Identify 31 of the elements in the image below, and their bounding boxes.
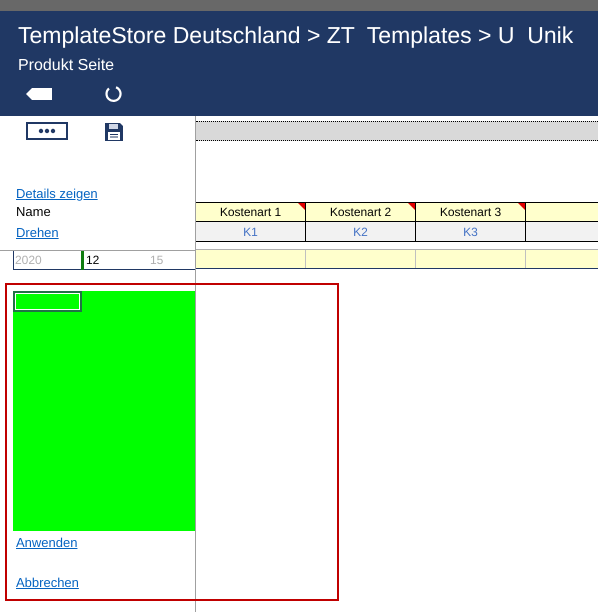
input-cell[interactable] xyxy=(526,250,598,268)
refresh-icon[interactable] xyxy=(104,84,122,102)
name-label: Name xyxy=(16,203,51,222)
code-cell: K1 xyxy=(196,222,306,241)
rotate-link[interactable]: Drehen xyxy=(16,224,59,240)
start-year: 2020 xyxy=(14,252,43,269)
cancel-link[interactable]: Abbrechen xyxy=(16,575,79,590)
code-cell xyxy=(526,222,598,241)
input-cell[interactable] xyxy=(196,250,306,268)
input-cell[interactable] xyxy=(416,250,526,268)
comment-marker-icon xyxy=(518,203,525,210)
tag-icon[interactable] xyxy=(26,88,52,100)
end-value: 15 xyxy=(150,252,164,269)
breadcrumb-title: TemplateStore Deutschland > ZT Templates > U Unik xyxy=(17,21,574,50)
details-link[interactable]: Details zeigen xyxy=(16,186,98,201)
comment-marker-icon xyxy=(298,203,305,210)
column-header: Kostenart 2 xyxy=(306,203,416,221)
column-header: Kostenart 1 xyxy=(196,203,306,221)
save-icon[interactable] xyxy=(104,122,124,142)
period-value: 12 xyxy=(85,252,100,269)
column-header: Kostenart 3 xyxy=(416,203,526,221)
code-cell: K2 xyxy=(306,222,416,241)
input-cell[interactable] xyxy=(306,250,416,268)
more-options-icon[interactable] xyxy=(26,122,68,140)
column-header xyxy=(526,203,598,221)
selected-cell[interactable] xyxy=(13,291,82,312)
period-field[interactable]: 2020 12 15 xyxy=(13,251,195,270)
page-subtitle: Produkt Seite xyxy=(17,56,116,76)
code-cell: K3 xyxy=(416,222,526,241)
apply-link[interactable]: Anwenden xyxy=(16,535,78,550)
comment-marker-icon xyxy=(408,203,415,210)
